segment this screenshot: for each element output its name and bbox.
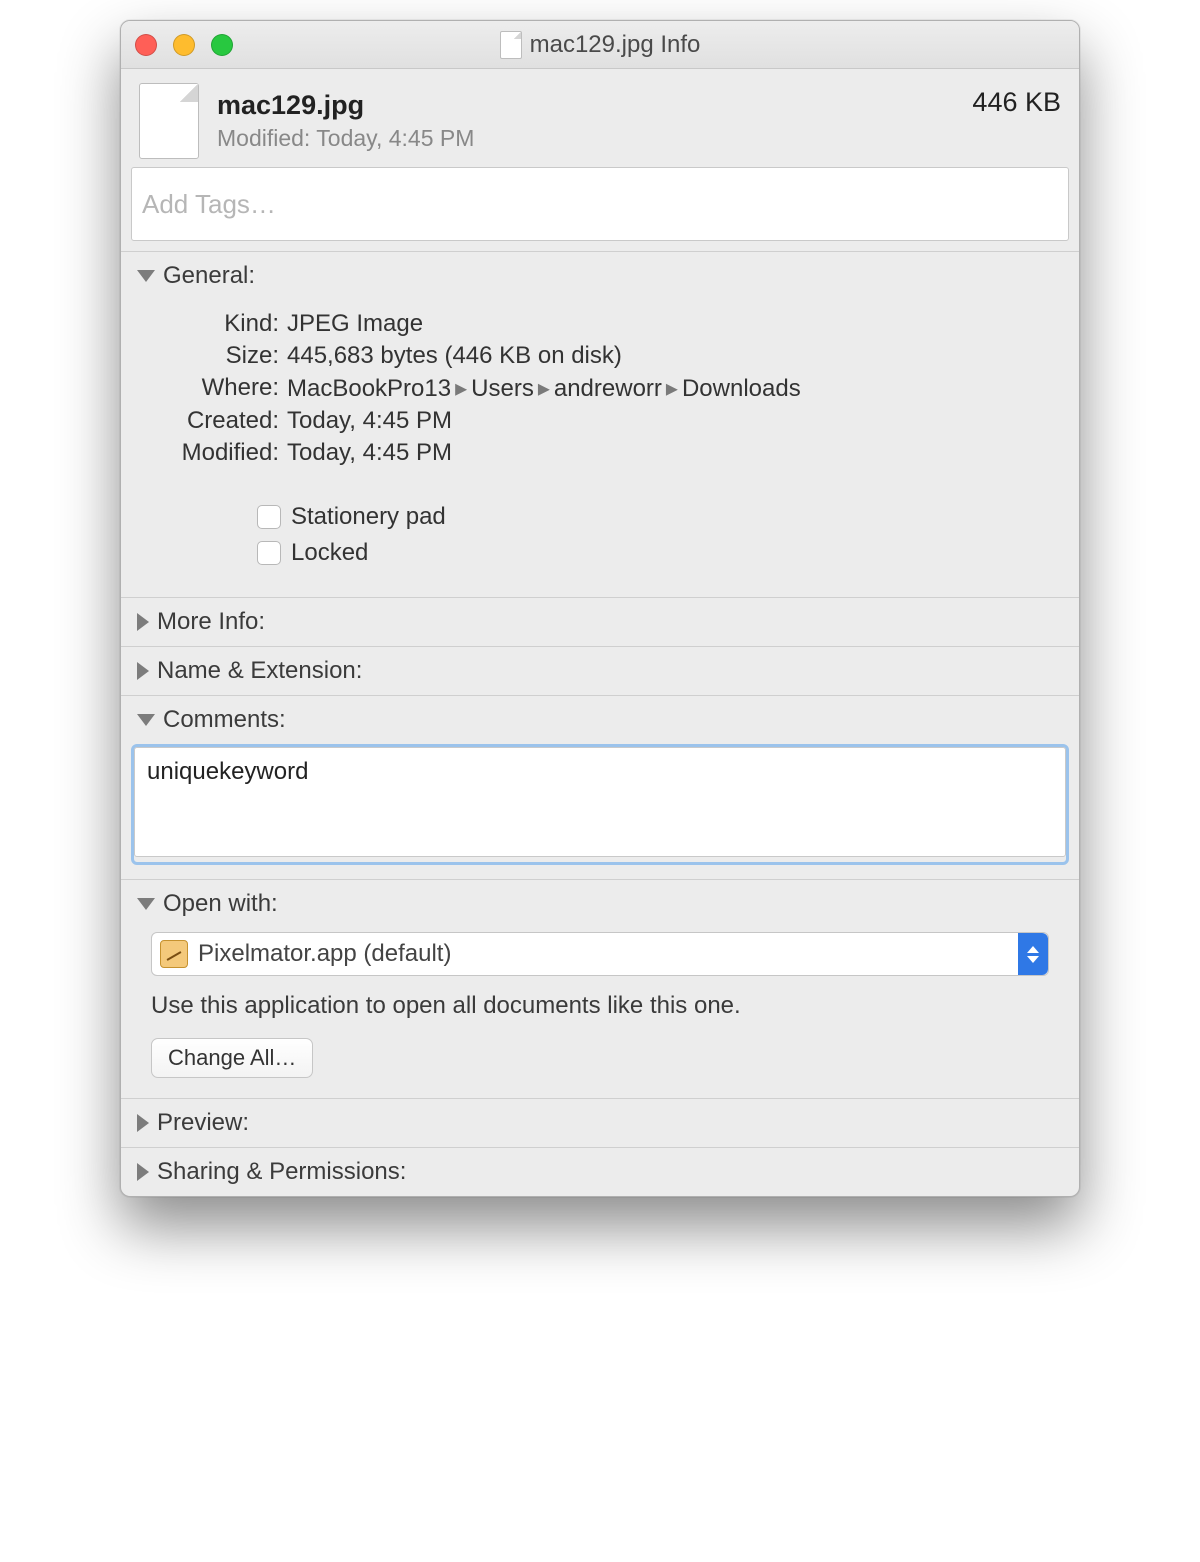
change-all-button[interactable]: Change All… <box>151 1038 313 1078</box>
document-icon <box>500 31 522 59</box>
section-preview: Preview: <box>121 1098 1079 1147</box>
file-modified: Modified: Today, 4:45 PM <box>217 125 474 152</box>
comments-input[interactable] <box>134 747 1066 857</box>
where-part: Downloads <box>682 375 801 402</box>
chevron-down-icon <box>137 714 155 726</box>
info-window: mac129.jpg Info mac129.jpg Modified: Tod… <box>120 20 1080 1197</box>
chevron-right-icon <box>137 613 149 631</box>
section-header-comments[interactable]: Comments: <box>121 696 1079 744</box>
section-header-general[interactable]: General: <box>121 252 1079 300</box>
file-size: 446 KB <box>972 83 1061 118</box>
where-part: andreworr <box>554 375 662 402</box>
section-open-with: Open with: Pixelmator.app (default) Use … <box>121 879 1079 1098</box>
stationery-checkbox[interactable] <box>257 505 281 529</box>
section-label: General: <box>163 262 255 290</box>
section-label: Name & Extension: <box>157 657 362 685</box>
chevron-down-icon <box>137 898 155 910</box>
section-label: Sharing & Permissions: <box>157 1158 406 1186</box>
modified-label: Modified: <box>139 439 279 467</box>
where-part: MacBookPro13 <box>287 375 451 402</box>
titlebar: mac129.jpg Info <box>121 21 1079 69</box>
section-name-extension: Name & Extension: <box>121 646 1079 695</box>
path-separator-icon: ▸ <box>534 375 554 402</box>
size-value: 445,683 bytes (446 KB on disk) <box>287 342 1061 370</box>
section-general: General: Kind: JPEG Image Size: 445,683 by… <box>121 251 1079 597</box>
locked-label: Locked <box>291 539 368 567</box>
tags-input[interactable] <box>131 167 1069 241</box>
path-separator-icon: ▸ <box>451 375 471 402</box>
section-label: Comments: <box>163 706 286 734</box>
file-summary: mac129.jpg Modified: Today, 4:45 PM 446 … <box>121 69 1079 167</box>
modified-value: Today, 4:45 PM <box>287 439 1061 467</box>
section-header-open-with[interactable]: Open with: <box>121 880 1079 928</box>
path-separator-icon: ▸ <box>662 375 682 402</box>
section-header-sharing[interactable]: Sharing & Permissions: <box>121 1148 1079 1196</box>
window-title: mac129.jpg Info <box>530 31 701 59</box>
where-value: MacBookPro13▸Users▸andreworr▸Downloads <box>287 374 1061 403</box>
locked-checkbox[interactable] <box>257 541 281 565</box>
section-sharing: Sharing & Permissions: <box>121 1147 1079 1196</box>
dropdown-stepper-icon[interactable] <box>1018 933 1048 975</box>
file-name: mac129.jpg <box>217 90 474 121</box>
created-label: Created: <box>139 407 279 435</box>
open-with-value: Pixelmator.app (default) <box>198 940 451 968</box>
section-label: More Info: <box>157 608 265 636</box>
app-icon <box>160 940 188 968</box>
where-part: Users <box>471 375 534 402</box>
traffic-lights <box>135 34 233 56</box>
section-header-name-extension[interactable]: Name & Extension: <box>121 647 1079 695</box>
size-label: Size: <box>139 342 279 370</box>
section-label: Preview: <box>157 1109 249 1137</box>
section-label: Open with: <box>163 890 278 918</box>
zoom-icon[interactable] <box>211 34 233 56</box>
close-icon[interactable] <box>135 34 157 56</box>
kind-value: JPEG Image <box>287 310 1061 338</box>
open-with-hint: Use this application to open all documen… <box>151 992 1049 1020</box>
chevron-right-icon <box>137 1163 149 1181</box>
chevron-down-icon <box>137 270 155 282</box>
section-header-more-info[interactable]: More Info: <box>121 598 1079 646</box>
stationery-label: Stationery pad <box>291 503 446 531</box>
chevron-right-icon <box>137 1114 149 1132</box>
section-more-info: More Info: <box>121 597 1079 646</box>
file-icon <box>139 83 199 159</box>
where-label: Where: <box>139 374 279 403</box>
minimize-icon[interactable] <box>173 34 195 56</box>
chevron-right-icon <box>137 662 149 680</box>
open-with-select[interactable]: Pixelmator.app (default) <box>151 932 1049 976</box>
kind-label: Kind: <box>139 310 279 338</box>
section-header-preview[interactable]: Preview: <box>121 1099 1079 1147</box>
section-comments: Comments: <box>121 695 1079 879</box>
created-value: Today, 4:45 PM <box>287 407 1061 435</box>
